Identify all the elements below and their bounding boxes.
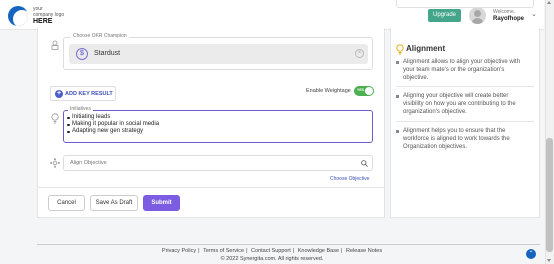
alignment-point: Alignment allows to align your objective… — [396, 58, 527, 82]
alignment-divider — [396, 86, 534, 87]
initiatives-label: Initiatives — [68, 106, 93, 112]
copyright-text: © 2022 Synergita.com. All rights reserve… — [220, 256, 324, 262]
submit-button[interactable]: Submit — [143, 195, 180, 211]
side-card-top-strip — [396, 0, 534, 8]
align-objective-input[interactable] — [63, 155, 373, 171]
align-objective-icon — [50, 158, 60, 168]
terms-of-service-link[interactable]: Terms of Service — [201, 248, 246, 254]
initiative-item: Adapting new gen strategy — [66, 128, 159, 135]
contact-support-link[interactable]: Contact Support — [249, 248, 293, 254]
user-welcome[interactable]: Welcome, Rayofhope — [493, 9, 524, 22]
cancel-button[interactable]: Cancel — [48, 195, 85, 211]
scroll-down-arrow-icon[interactable] — [547, 259, 551, 262]
weightage-toggle-text: YES — [357, 88, 365, 92]
alignment-divider — [396, 121, 534, 122]
alignment-point-text: Alignment allows to align your objective… — [403, 59, 521, 81]
okr-champion-value: Stardust — [94, 50, 121, 57]
user-avatar[interactable] — [469, 7, 486, 24]
choose-objective-link[interactable]: Choose Objective — [330, 176, 369, 182]
footer-divider — [37, 244, 540, 245]
toggle-knob — [365, 87, 373, 95]
enable-weightage-label: Enable Weightage — [306, 88, 351, 94]
scrollbar-thumb[interactable] — [546, 138, 553, 252]
initiative-item: Initiating leads — [66, 114, 159, 121]
scroll-up-arrow-icon[interactable] — [547, 1, 551, 4]
bullet — [396, 60, 399, 64]
scroll-to-top-button[interactable]: ⌃ — [526, 249, 536, 259]
privacy-policy-link[interactable]: Privacy Policy — [160, 248, 198, 254]
alignment-info-card — [390, 28, 540, 218]
knowledge-base-link[interactable]: Knowledge Base — [296, 248, 341, 254]
dollar-icon: $ — [76, 48, 88, 60]
welcome-label: Welcome, — [493, 9, 516, 15]
add-key-result-label: ADD KEY RESULT — [65, 91, 113, 97]
alignment-point-text: Alignment helps you to ensure that the w… — [403, 128, 510, 150]
plus-circle-icon: + — [55, 90, 63, 98]
release-notes-link[interactable]: Release Notes — [344, 248, 384, 254]
initiatives-list: Initiating leads Making it popular in so… — [66, 114, 159, 135]
alignment-point: Aligning your objective will create bett… — [396, 92, 527, 116]
chevron-down-icon[interactable]: ⌄ — [531, 10, 537, 18]
clear-icon[interactable]: × — [355, 49, 364, 58]
lightbulb-icon — [51, 113, 59, 124]
user-lock-icon — [51, 40, 59, 50]
bullet — [396, 129, 399, 133]
lightbulb-icon — [396, 44, 404, 55]
okr-champion-label: Choose OKR Champion — [71, 33, 129, 39]
upgrade-button[interactable]: Upgrade — [428, 9, 461, 22]
bullet — [396, 94, 399, 98]
company-logo-text[interactable]: your company logo HERE — [33, 6, 64, 25]
company-logo-icon[interactable] — [8, 6, 28, 26]
footer-links: Privacy Policy | Terms of Service | Contac… — [160, 248, 384, 254]
form-divider — [37, 187, 385, 188]
user-name: Rayofhope — [493, 16, 525, 22]
weightage-toggle[interactable]: YES — [354, 86, 374, 96]
alignment-title: Alignment — [406, 44, 446, 53]
alignment-point-text: Aligning your objective will create bett… — [403, 93, 516, 115]
initiative-item: Making it popular in social media — [66, 121, 159, 128]
alignment-point: Alignment helps you to ensure that the w… — [396, 127, 527, 151]
search-icon[interactable] — [361, 160, 368, 167]
logo-line-3: HERE — [33, 18, 53, 25]
save-as-draft-button[interactable]: Save As Draft — [90, 195, 138, 211]
add-key-result-button[interactable]: + ADD KEY RESULT — [50, 86, 116, 101]
